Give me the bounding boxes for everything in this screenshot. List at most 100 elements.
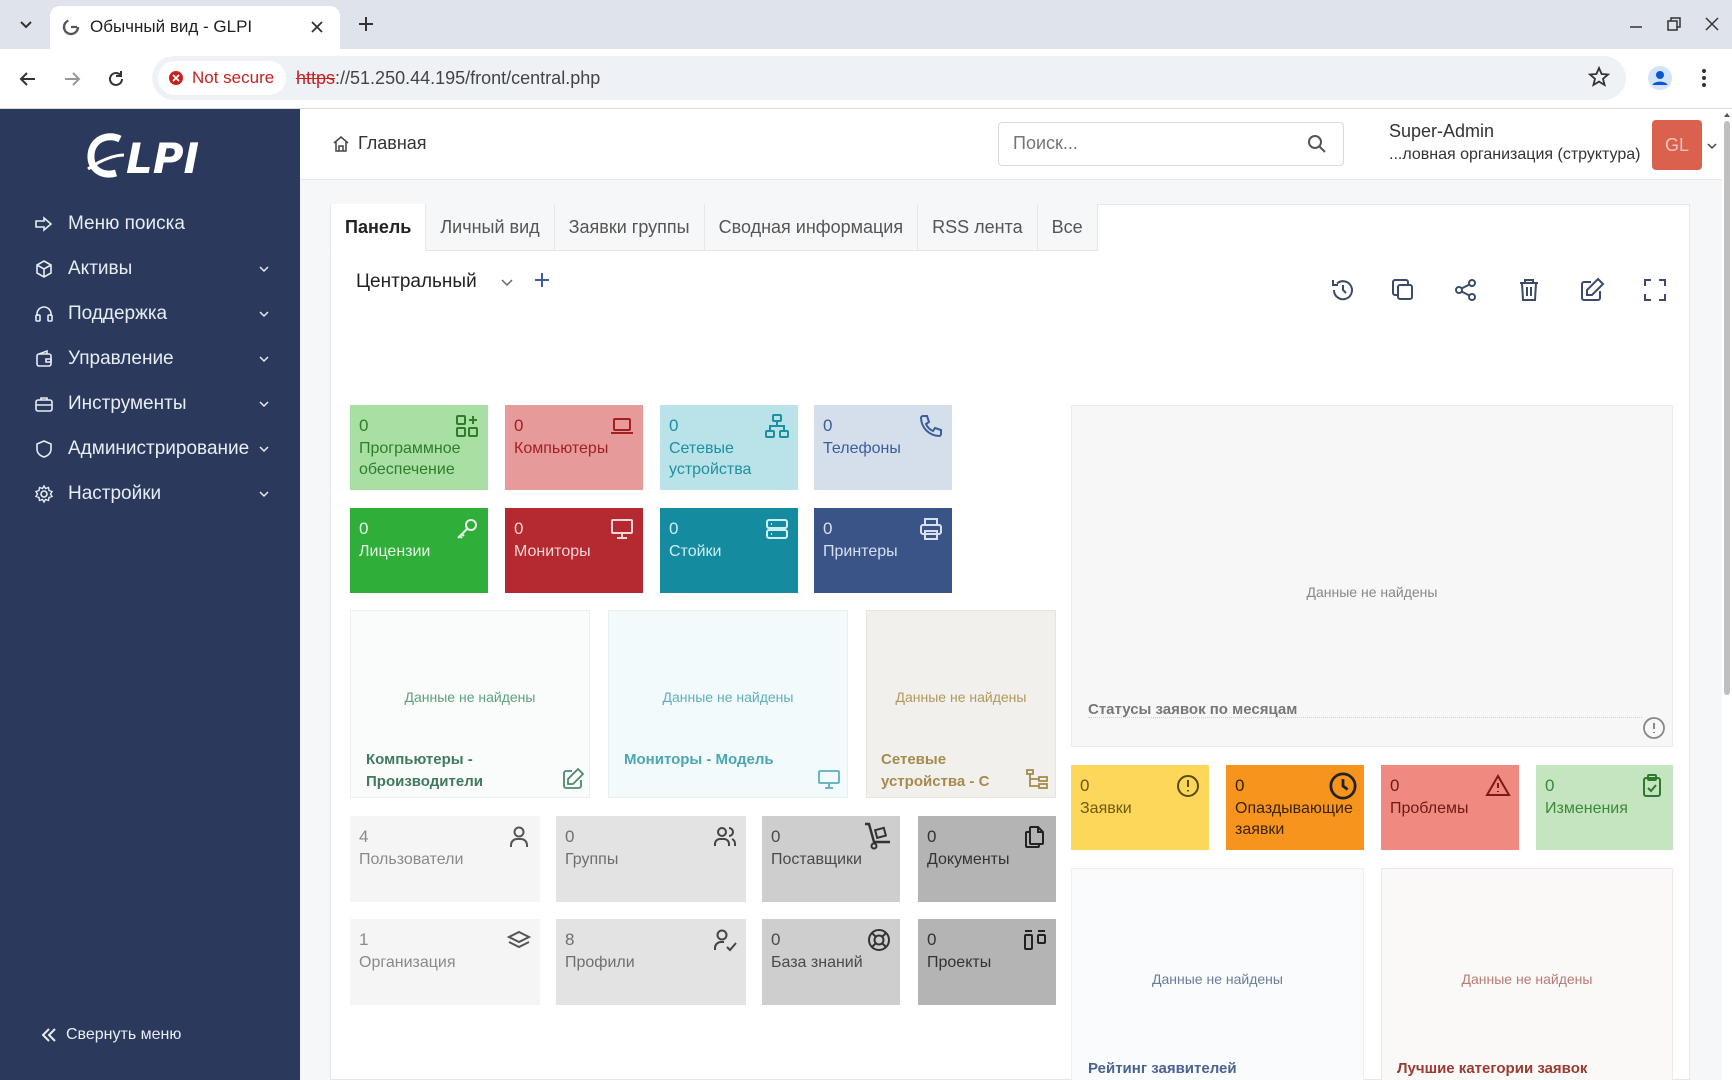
tile-licenses[interactable]: 0 Лицензии	[350, 508, 488, 593]
tile-label: Документы	[927, 851, 1010, 868]
sidebar-item-settings[interactable]: Настройки	[0, 471, 300, 516]
chart-title: Лучшие категории заявок	[1397, 1060, 1588, 1077]
tile-computers[interactable]: 0 Компьютеры	[505, 405, 643, 490]
profile-icon[interactable]	[1646, 64, 1674, 92]
tab-summary[interactable]: Сводная информация	[704, 204, 919, 251]
alert-circle-icon	[1643, 717, 1665, 739]
tile-documents[interactable]: 0 Документы	[918, 816, 1056, 902]
tile-label: Изменения	[1545, 800, 1628, 817]
no-data-message: Данные не найдены	[895, 689, 1027, 705]
tile-monitors[interactable]: 0 Мониторы	[505, 508, 643, 593]
tile-label: Программное обеспечение	[359, 440, 461, 478]
chevron-down-icon	[501, 279, 513, 287]
chevron-down-icon	[259, 356, 269, 363]
address-bar[interactable]: Not secure https://51.250.44.195/front/c…	[152, 56, 1626, 100]
lifebuoy-icon	[868, 929, 890, 951]
tile-label: Проекты	[927, 954, 992, 971]
sidebar-item-support[interactable]: Поддержка	[0, 291, 300, 336]
svg-text:LPI: LPI	[126, 134, 199, 183]
page-scrollbar[interactable]	[1722, 109, 1732, 1080]
chart-title: Сетевые устройства - С	[881, 751, 990, 790]
alert-triangle-icon	[1485, 774, 1511, 796]
url-text[interactable]: https://51.250.44.195/front/central.php	[296, 68, 600, 89]
sidebar-item-label: Управление	[68, 347, 174, 369]
server-icon	[766, 519, 788, 539]
tile-overdue-tickets[interactable]: 0 Опаздывающие заявки	[1226, 765, 1364, 850]
tile-label: Профили	[565, 954, 635, 971]
user-menu[interactable]: Super-Admin ...ловная организация (струк…	[1389, 121, 1641, 164]
forward-arrow-icon[interactable]	[58, 65, 86, 93]
tile-software[interactable]: 0 Программное обеспечение	[350, 405, 488, 490]
tab-rss[interactable]: RSS лента	[918, 204, 1038, 251]
tab-group-tickets[interactable]: Заявки группы	[554, 204, 705, 251]
browser-tab-strip: Обычный вид - GLPI	[0, 0, 1732, 49]
scroll-up-icon[interactable]	[1723, 111, 1731, 119]
sidebar-item-search-menu[interactable]: Меню поиска	[0, 201, 300, 246]
glpi-logo[interactable]: LPI	[86, 129, 216, 185]
sidebar-item-administration[interactable]: Администрирование	[0, 426, 300, 471]
tile-phones[interactable]: 0 Телефоны	[814, 405, 952, 490]
minimize-icon[interactable]	[1624, 12, 1648, 36]
edit-icon[interactable]	[1578, 276, 1606, 304]
bookmark-star-icon[interactable]	[1588, 66, 1612, 90]
copy-icon[interactable]	[1389, 276, 1417, 304]
chevron-down-icon[interactable]	[1706, 140, 1718, 152]
dashboard-tabs: Панель Личный вид Заявки группы Сводная …	[330, 204, 1098, 251]
global-search[interactable]	[998, 122, 1344, 166]
tile-printers[interactable]: 0 Принтеры	[814, 508, 952, 593]
tile-racks[interactable]: 0 Стойки	[660, 508, 798, 593]
search-icon[interactable]	[1307, 134, 1327, 154]
close-window-icon[interactable]	[1700, 12, 1724, 36]
browser-toolbar: Not secure https://51.250.44.195/front/c…	[0, 49, 1732, 109]
dashboard-selector[interactable]: Центральный	[346, 264, 524, 300]
user-check-icon	[714, 929, 737, 952]
add-dashboard-icon[interactable]	[532, 270, 552, 290]
trash-icon[interactable]	[1515, 276, 1543, 304]
tile-network-devices[interactable]: 0 Сетевые устройства	[660, 405, 798, 490]
chart-ticket-status-by-month: Данные не найдены Статусы заявок по меся…	[1071, 405, 1673, 747]
collapse-menu-button[interactable]: Свернуть меню	[40, 1026, 181, 1044]
clipboard-check-icon	[1643, 774, 1661, 797]
sidebar-item-management[interactable]: Управление	[0, 336, 300, 381]
tile-suppliers[interactable]: 0 Поставщики	[762, 816, 900, 902]
tile-entities[interactable]: 1 Организация	[350, 919, 540, 1005]
restore-icon[interactable]	[1662, 12, 1686, 36]
history-icon[interactable]	[1329, 276, 1357, 304]
tile-projects[interactable]: 0 Проекты	[918, 919, 1056, 1005]
tile-label: Поставщики	[771, 851, 862, 868]
security-chip[interactable]: Not secure	[158, 61, 287, 95]
close-tab-icon[interactable]	[306, 16, 328, 38]
fullscreen-icon[interactable]	[1641, 276, 1669, 304]
tab-all[interactable]: Все	[1037, 204, 1098, 251]
tile-label: Заявки	[1080, 800, 1132, 817]
back-arrow-icon[interactable]	[14, 65, 42, 93]
reload-icon[interactable]	[102, 65, 130, 93]
tile-users[interactable]: 4 Пользователи	[350, 816, 540, 902]
sidebar-item-assets[interactable]: Активы	[0, 246, 300, 291]
home-icon	[333, 135, 349, 152]
tab-personal-view[interactable]: Личный вид	[426, 204, 555, 251]
key-icon	[457, 519, 477, 539]
tab-panel[interactable]: Панель	[330, 204, 427, 251]
sidebar-item-tools[interactable]: Инструменты	[0, 381, 300, 426]
not-secure-label: Not secure	[192, 68, 275, 87]
new-tab-plus-icon[interactable]	[354, 12, 378, 36]
stack-icon	[506, 930, 532, 949]
avatar[interactable]: GL	[1652, 120, 1702, 170]
sidebar-item-label: Поддержка	[68, 302, 168, 324]
tile-groups[interactable]: 0 Группы	[556, 816, 746, 902]
browser-tab[interactable]: Обычный вид - GLPI	[50, 6, 340, 49]
layout-kanban-icon	[1024, 930, 1046, 950]
tile-knowledge-base[interactable]: 0 База знаний	[762, 919, 900, 1005]
breadcrumb-home: Главная	[358, 133, 427, 153]
tab-search-chevron-icon[interactable]	[14, 12, 38, 36]
tile-profiles[interactable]: 8 Профили	[556, 919, 746, 1005]
tile-problems[interactable]: 0 Проблемы	[1381, 765, 1519, 850]
scrollbar-thumb[interactable]	[1724, 121, 1730, 695]
search-input[interactable]	[1013, 133, 1293, 154]
breadcrumb[interactable]: Главная	[332, 133, 427, 154]
tile-changes[interactable]: 0 Изменения	[1536, 765, 1673, 850]
share-icon[interactable]	[1452, 276, 1480, 304]
browser-menu-icon[interactable]	[1694, 64, 1714, 92]
tile-tickets[interactable]: 0 Заявки	[1071, 765, 1209, 850]
